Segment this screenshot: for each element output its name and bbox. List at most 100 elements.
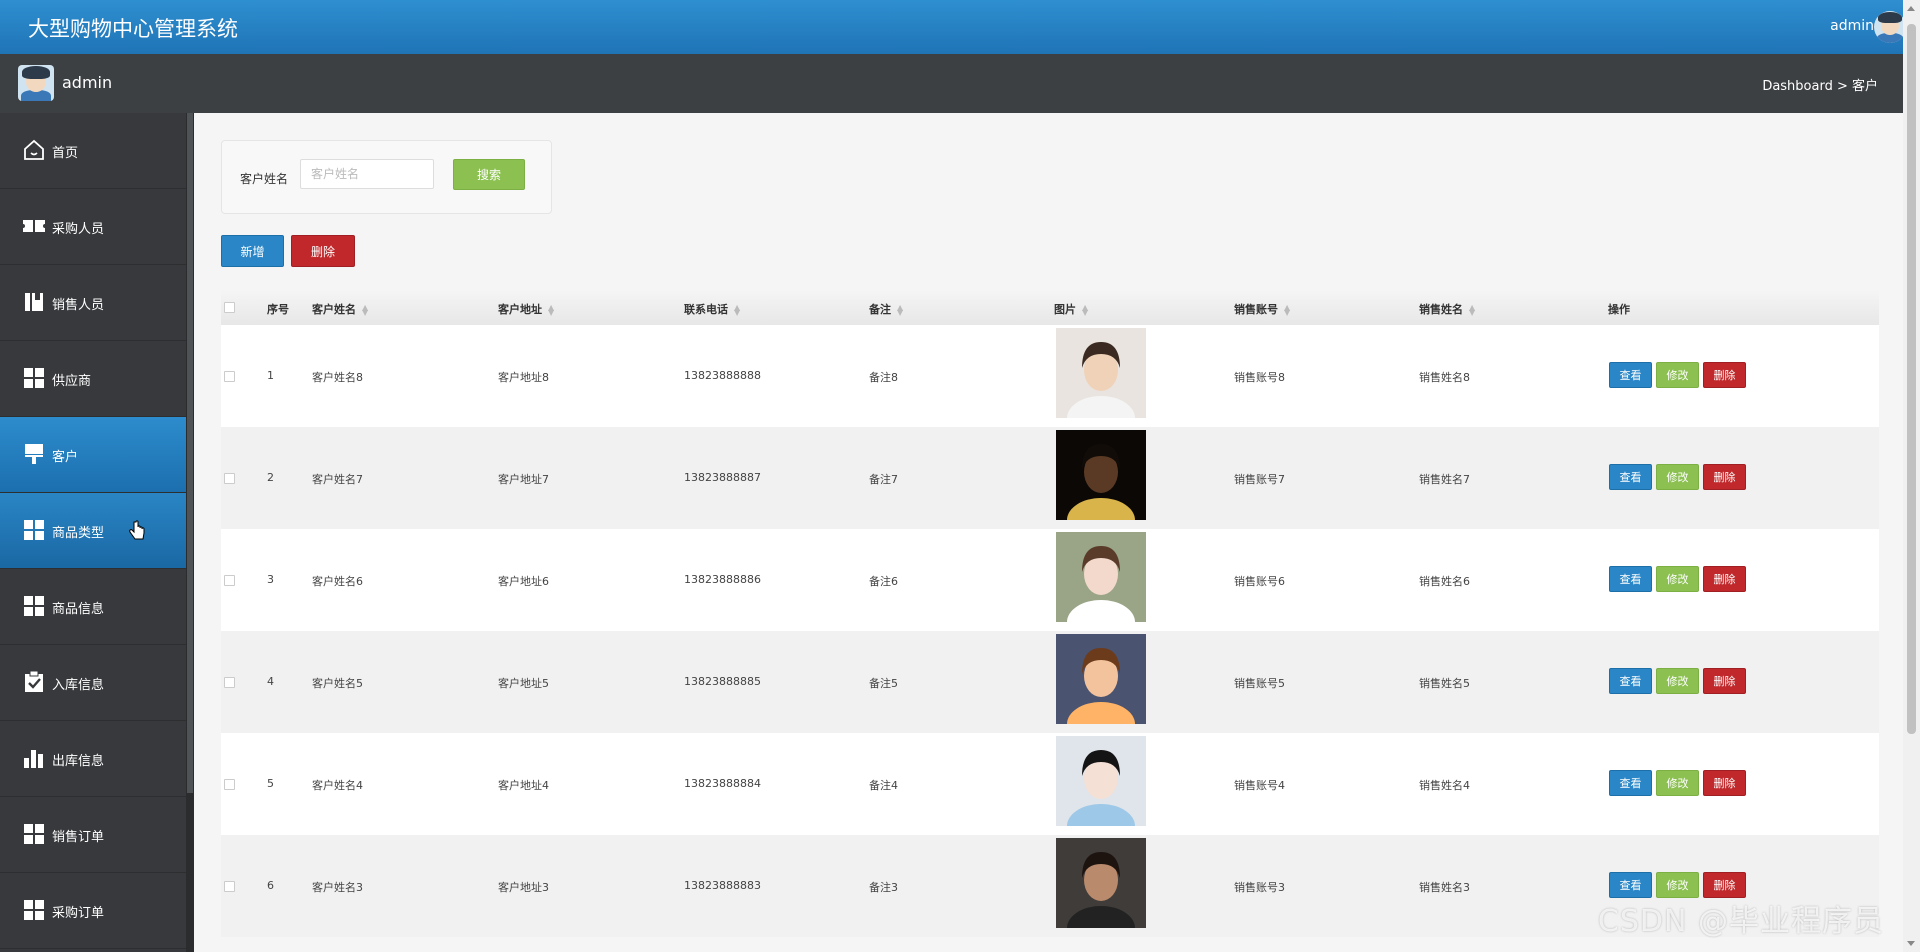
- edit-button[interactable]: 修改: [1656, 566, 1699, 592]
- col-header-phone[interactable]: 联系电话 ▲ ▼: [684, 301, 740, 317]
- cell-address: 客户地址6: [498, 575, 549, 588]
- book-icon: [22, 290, 46, 314]
- batch-delete-button[interactable]: 删除: [291, 235, 355, 267]
- table-row[interactable]: 1 客户姓名8 客户地址8 13823888888 备注8 销售账号8 销售姓名8 查看 修改删…: [221, 325, 1879, 427]
- col-header-account[interactable]: 销售账号 ▲ ▼: [1234, 301, 1290, 317]
- edit-button[interactable]: 修改: [1656, 464, 1699, 490]
- add-button[interactable]: 新增: [221, 235, 284, 267]
- grid-icon: [22, 366, 46, 390]
- grid-icon: [22, 822, 46, 846]
- row-checkbox[interactable]: [224, 881, 235, 892]
- customer-photo[interactable]: [1056, 838, 1146, 928]
- sidebar-item-label: 入库信息: [52, 678, 105, 693]
- sidebar-item-label: 出库信息: [52, 754, 105, 769]
- sidebar-scrollbar[interactable]: [186, 113, 194, 952]
- view-button[interactable]: 查看: [1609, 770, 1652, 796]
- sort-icon[interactable]: ▲ ▼: [548, 304, 554, 317]
- table-row[interactable]: 4 客户姓名5 客户地址5 13823888885 备注5 销售账号5 销售姓名5 查看 修改删…: [221, 631, 1879, 733]
- sort-icon[interactable]: ▲ ▼: [897, 304, 903, 317]
- edit-button[interactable]: 修改: [1656, 362, 1699, 388]
- edit-button[interactable]: 修改: [1656, 668, 1699, 694]
- cell-account: 销售账号7: [1234, 473, 1285, 486]
- edit-button[interactable]: 修改: [1656, 872, 1699, 898]
- delete-button[interactable]: 删除: [1703, 464, 1746, 490]
- cell-no: 2: [267, 471, 274, 484]
- sort-icon[interactable]: ▲ ▼: [1082, 304, 1088, 317]
- select-all-checkbox[interactable]: [224, 302, 235, 313]
- cell-name: 客户姓名5: [312, 677, 363, 690]
- customer-photo[interactable]: [1056, 430, 1146, 520]
- cell-seller: 销售姓名7: [1419, 473, 1470, 486]
- scroll-up-icon[interactable]: [1907, 6, 1915, 11]
- sidebar-item-0[interactable]: 首页: [0, 113, 186, 189]
- sidebar-item-7[interactable]: 入库信息: [0, 645, 186, 721]
- table-row[interactable]: 2 客户姓名7 客户地址7 13823888887 备注7 销售账号7 销售姓名7 查看 修改删…: [221, 427, 1879, 529]
- cell-account: 销售账号6: [1234, 575, 1285, 588]
- cell-phone: 13823888885: [684, 675, 761, 688]
- sort-icon[interactable]: ▲ ▼: [1469, 304, 1475, 317]
- table-row[interactable]: 5 客户姓名4 客户地址4 13823888884 备注4 销售账号4 销售姓名4 查看 修改删…: [221, 733, 1879, 835]
- delete-button[interactable]: 删除: [1703, 770, 1746, 796]
- row-checkbox[interactable]: [224, 677, 235, 688]
- col-header-address[interactable]: 客户地址 ▲ ▼: [498, 301, 554, 317]
- top-header: 大型购物中心管理系统 admin: [0, 0, 1920, 54]
- sidebar-item-10[interactable]: 采购订单: [0, 873, 186, 949]
- customer-photo[interactable]: [1056, 736, 1146, 826]
- breadcrumb[interactable]: Dashboard > 客户: [1762, 75, 1878, 94]
- search-button[interactable]: 搜索: [453, 159, 525, 190]
- cell-seller: 销售姓名5: [1419, 677, 1470, 690]
- sidebar-item-9[interactable]: 销售订单: [0, 797, 186, 873]
- cell-phone: 13823888884: [684, 777, 761, 790]
- view-button[interactable]: 查看: [1609, 566, 1652, 592]
- customer-photo[interactable]: [1056, 634, 1146, 724]
- col-header-photo[interactable]: 图片 ▲ ▼: [1054, 301, 1088, 317]
- page-scrollbar[interactable]: [1903, 0, 1920, 952]
- delete-button[interactable]: 删除: [1703, 566, 1746, 592]
- row-checkbox[interactable]: [224, 371, 235, 382]
- delete-button[interactable]: 删除: [1703, 668, 1746, 694]
- cell-note: 备注7: [869, 473, 898, 486]
- cell-phone: 13823888888: [684, 369, 761, 382]
- view-button[interactable]: 查看: [1609, 464, 1652, 490]
- view-button[interactable]: 查看: [1609, 362, 1652, 388]
- sidebar-item-label: 销售订单: [52, 830, 105, 845]
- customer-photo[interactable]: [1056, 532, 1146, 622]
- header-avatar[interactable]: [1874, 11, 1906, 43]
- cell-phone: 13823888887: [684, 471, 761, 484]
- customer-photo[interactable]: [1056, 328, 1146, 418]
- view-button[interactable]: 查看: [1609, 872, 1652, 898]
- grid-icon: [22, 518, 46, 542]
- view-button[interactable]: 查看: [1609, 668, 1652, 694]
- delete-button[interactable]: 删除: [1703, 362, 1746, 388]
- row-checkbox[interactable]: [224, 779, 235, 790]
- sidebar-item-4[interactable]: 客户: [0, 417, 186, 493]
- sort-icon[interactable]: ▲ ▼: [734, 304, 740, 317]
- customer-name-search-input[interactable]: [300, 159, 434, 189]
- sidebar-item-2[interactable]: 销售人员: [0, 265, 186, 341]
- grid-icon: [22, 898, 46, 922]
- sidebar-item-1[interactable]: 采购人员: [0, 189, 186, 265]
- sidebar-item-6[interactable]: 商品信息: [0, 569, 186, 645]
- scroll-down-icon[interactable]: [1907, 941, 1915, 946]
- col-header-seller[interactable]: 销售姓名 ▲ ▼: [1419, 301, 1475, 317]
- sort-icon[interactable]: ▲ ▼: [1284, 304, 1290, 317]
- header-username[interactable]: admin: [1830, 18, 1874, 34]
- delete-button[interactable]: 删除: [1703, 872, 1746, 898]
- table-row[interactable]: 3 客户姓名6 客户地址6 13823888886 备注6 销售账号6 销售姓名6 查看 修改删…: [221, 529, 1879, 631]
- col-header-name[interactable]: 客户姓名 ▲ ▼: [312, 301, 368, 317]
- col-header-note[interactable]: 备注 ▲ ▼: [869, 301, 903, 317]
- edit-button[interactable]: 修改: [1656, 770, 1699, 796]
- row-checkbox[interactable]: [224, 575, 235, 586]
- cell-note: 备注8: [869, 371, 898, 384]
- sidebar-item-5[interactable]: 商品类型: [0, 493, 186, 569]
- row-checkbox[interactable]: [224, 473, 235, 484]
- cell-address: 客户地址8: [498, 371, 549, 384]
- scroll-thumb[interactable]: [1907, 24, 1916, 734]
- col-header-no: 序号: [267, 303, 289, 316]
- sort-icon[interactable]: ▲ ▼: [362, 304, 368, 317]
- sidebar-item-8[interactable]: 出库信息: [0, 721, 186, 797]
- sidebar-user-avatar: [18, 65, 54, 101]
- sidebar-item-3[interactable]: 供应商: [0, 341, 186, 417]
- cell-no: 4: [267, 675, 274, 688]
- search-label: 客户姓名: [240, 172, 289, 186]
